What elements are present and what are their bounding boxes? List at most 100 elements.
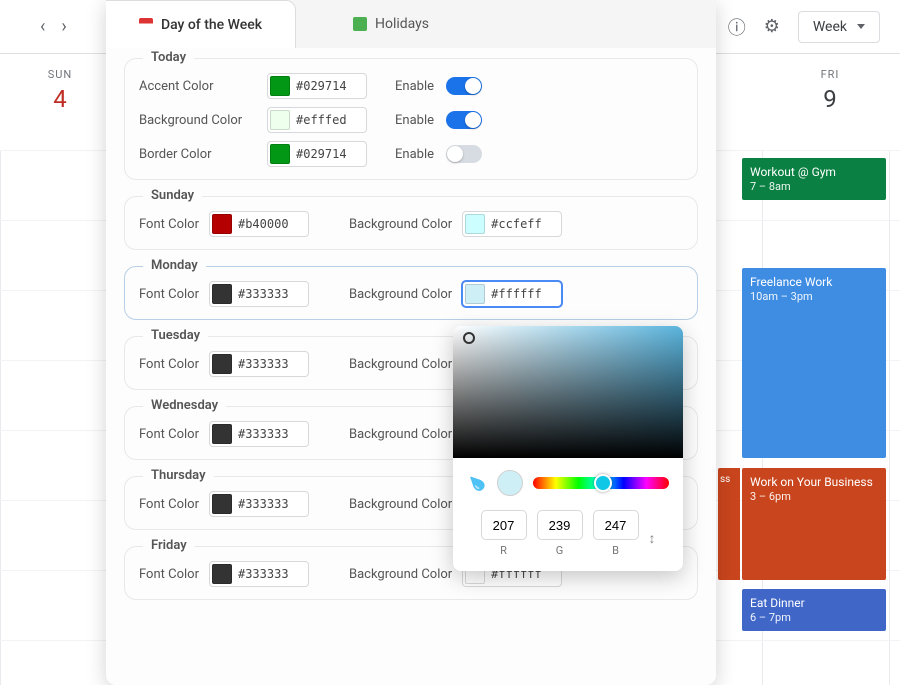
color-value: #029714	[296, 147, 347, 161]
event-time: 6 – 7pm	[750, 611, 878, 626]
saturation-value-area[interactable]	[453, 326, 683, 458]
view-selector-label: Week	[813, 19, 847, 35]
color-swatch	[212, 424, 232, 444]
color-mode-stepper[interactable]: ↕	[649, 530, 656, 547]
day-abbr: SUN	[0, 68, 120, 81]
color-value: #029714	[296, 79, 347, 93]
group-title: Friday	[143, 538, 195, 553]
color-value: #efffed	[296, 113, 347, 127]
event-time: 10am – 3pm	[750, 290, 878, 305]
toggle-accent-enable[interactable]	[446, 77, 482, 95]
color-swatch	[270, 144, 290, 164]
input-background-color[interactable]: #ccfeff	[462, 211, 562, 237]
day-number: 4	[0, 85, 120, 113]
tab-holidays[interactable]: Holidays	[296, 0, 486, 48]
event-time: 7 – 8am	[750, 180, 878, 195]
input-font-color[interactable]: #333333	[209, 351, 309, 377]
group-sunday: SundayFont Color#b40000Background Color#…	[124, 196, 698, 250]
color-value: #b40000	[238, 217, 289, 231]
enable-label: Enable	[395, 113, 434, 128]
group-title: Wednesday	[143, 398, 226, 413]
event-business[interactable]: Work on Your Business 3 – 6pm	[742, 468, 886, 580]
current-color-swatch	[497, 470, 523, 496]
tab-day-of-week[interactable]: Day of the Week	[106, 0, 296, 48]
label-background-color: Background Color	[349, 287, 452, 302]
color-value: #ccfeff	[491, 217, 542, 231]
event-sliver[interactable]: ss	[718, 468, 740, 580]
input-border-color[interactable]: #029714	[267, 141, 367, 167]
color-swatch	[212, 564, 232, 584]
eyedropper-icon[interactable]: 💧	[463, 469, 491, 497]
event-title: Work on Your Business	[750, 474, 878, 490]
label-g: G	[537, 544, 583, 557]
color-swatch	[270, 110, 290, 130]
input-font-color[interactable]: #b40000	[209, 211, 309, 237]
event-title: Workout @ Gym	[750, 164, 878, 180]
input-font-color[interactable]: #333333	[209, 561, 309, 587]
label-background-color: Background Color	[139, 113, 257, 128]
group-title: Tuesday	[143, 328, 208, 343]
gear-icon[interactable]: ⚙	[764, 16, 780, 37]
label-accent-color: Accent Color	[139, 79, 257, 94]
label-border-color: Border Color	[139, 147, 257, 162]
event-title: Eat Dinner	[750, 595, 878, 611]
enable-label: Enable	[395, 147, 434, 162]
event-dinner[interactable]: Eat Dinner 6 – 7pm	[742, 589, 886, 631]
label-b: B	[593, 544, 639, 557]
event-time: 3 – 6pm	[750, 490, 878, 505]
label-background-color: Background Color	[349, 427, 452, 442]
chevron-down-icon	[857, 24, 865, 29]
color-swatch	[465, 284, 485, 304]
input-b[interactable]	[593, 510, 639, 540]
color-value: #333333	[238, 497, 289, 511]
hue-thumb[interactable]	[594, 474, 612, 492]
sv-cursor[interactable]	[463, 332, 475, 344]
color-swatch	[212, 354, 232, 374]
label-r: R	[481, 544, 527, 557]
color-picker: 💧 R G B ↕	[453, 326, 683, 571]
input-font-color[interactable]: #333333	[209, 421, 309, 447]
input-font-color[interactable]: #333333	[209, 491, 309, 517]
hue-slider[interactable]	[533, 477, 669, 489]
label-font-color: Font Color	[139, 567, 199, 582]
tab-label: Holidays	[375, 16, 429, 32]
input-font-color[interactable]: #333333	[209, 281, 309, 307]
toggle-border-enable[interactable]	[446, 145, 482, 163]
prev-button[interactable]: ‹	[40, 16, 45, 37]
color-swatch	[270, 76, 290, 96]
group-today: Today Accent Color #029714 Enable Backgr…	[124, 58, 698, 180]
next-button[interactable]: ›	[61, 16, 66, 37]
label-font-color: Font Color	[139, 357, 199, 372]
calendar-icon	[139, 18, 153, 32]
event-workout[interactable]: Workout @ Gym 7 – 8am	[742, 158, 886, 200]
input-g[interactable]	[537, 510, 583, 540]
color-swatch	[465, 214, 485, 234]
group-monday: MondayFont Color#333333Background Color#…	[124, 266, 698, 320]
color-value: #333333	[238, 567, 289, 581]
event-title: Freelance Work	[750, 274, 878, 290]
input-background-color[interactable]: #ffffff	[462, 281, 562, 307]
color-value: #ffffff	[491, 287, 542, 301]
group-title: Thursday	[143, 468, 214, 483]
toggle-background-enable[interactable]	[446, 111, 482, 129]
dialog-tabs: Day of the Week Holidays	[106, 0, 716, 48]
tab-label: Day of the Week	[161, 17, 262, 33]
input-background-color[interactable]: #efffed	[267, 107, 367, 133]
group-title: Monday	[143, 258, 206, 273]
label-font-color: Font Color	[139, 427, 199, 442]
day-number: 9	[760, 85, 900, 113]
help-icon[interactable]: ⓘ	[728, 14, 746, 40]
color-value: #333333	[238, 287, 289, 301]
label-background-color: Background Color	[349, 357, 452, 372]
label-background-color: Background Color	[349, 497, 452, 512]
label-background-color: Background Color	[349, 217, 452, 232]
view-selector[interactable]: Week	[798, 11, 880, 43]
label-font-color: Font Color	[139, 287, 199, 302]
input-r[interactable]	[481, 510, 527, 540]
enable-label: Enable	[395, 79, 434, 94]
color-swatch	[212, 214, 232, 234]
event-freelance[interactable]: Freelance Work 10am – 3pm	[742, 268, 886, 458]
input-accent-color[interactable]: #029714	[267, 73, 367, 99]
label-background-color: Background Color	[349, 567, 452, 582]
group-title: Today	[143, 50, 194, 65]
